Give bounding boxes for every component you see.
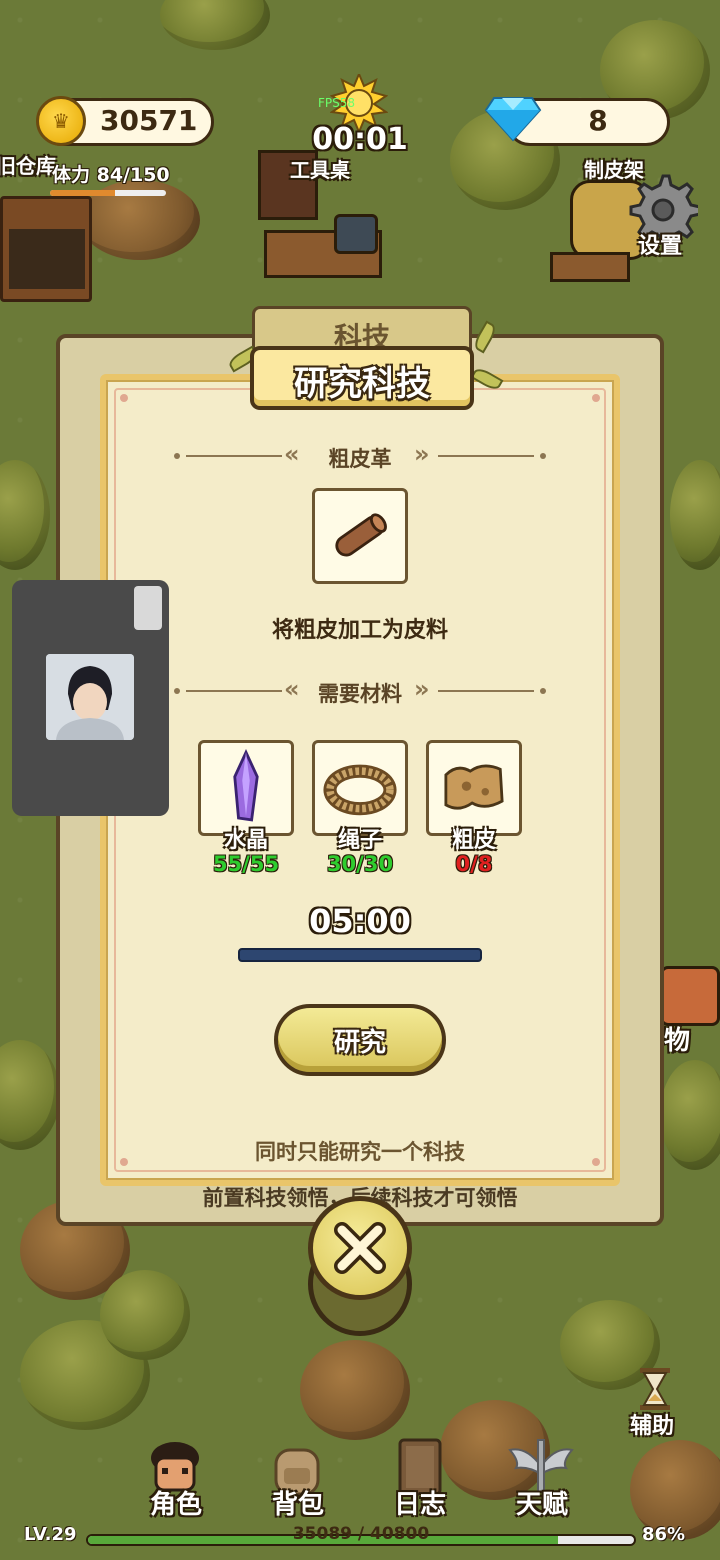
- stamina-fill: [50, 190, 115, 196]
- player-level: LV.29: [24, 1524, 77, 1545]
- xp-text: 35089 / 40800: [292, 1524, 430, 1544]
- corner-dot: [120, 1158, 128, 1166]
- rope-icon: [323, 764, 397, 816]
- material-name: 水晶: [223, 828, 268, 853]
- divider-line: [438, 455, 534, 457]
- background-tree: [670, 460, 720, 570]
- divider-line: [438, 690, 534, 692]
- hourglass-icon[interactable]: [638, 1368, 672, 1410]
- assist-label[interactable]: 辅助: [630, 1408, 674, 1440]
- chevron-right-icon: »: [414, 440, 430, 468]
- leather-roll-icon: [335, 513, 387, 557]
- corner-dot: [592, 394, 600, 402]
- research-progress-bar: [238, 948, 482, 962]
- corner-dot: [120, 394, 128, 402]
- research-duration: 05:00: [309, 902, 411, 940]
- panel-title: 研究科技: [294, 364, 430, 404]
- background-tree: [0, 460, 50, 570]
- crown-coin-icon: ♛: [36, 96, 86, 146]
- warehouse-building[interactable]: [0, 196, 92, 302]
- workbench-label: 工具桌: [290, 158, 350, 182]
- background-tree: [0, 1040, 60, 1150]
- tech-description: 将粗皮加工为皮料: [271, 618, 448, 643]
- material-name: 粗皮: [451, 828, 496, 853]
- chevron-right-icon: »: [414, 675, 430, 703]
- raw-hide-icon: [444, 764, 504, 810]
- items-label-partial[interactable]: 物: [664, 1020, 690, 1057]
- divider-dot: [540, 688, 546, 694]
- items-building[interactable]: [660, 966, 720, 1026]
- divider-line: [186, 690, 282, 692]
- chevron-left-icon: «: [284, 675, 300, 703]
- diamond-icon: [484, 97, 542, 142]
- settings-label[interactable]: 设置: [638, 228, 682, 260]
- divider-dot: [540, 453, 546, 459]
- tech-item-slot[interactable]: [312, 488, 408, 584]
- background-tree: [160, 0, 270, 50]
- tech-name: 粗皮革: [328, 447, 392, 471]
- divider-line: [186, 455, 282, 457]
- divider-dot: [174, 688, 180, 694]
- stamina-bar: [50, 190, 166, 196]
- warehouse-label: 旧仓库: [0, 154, 56, 178]
- materials-title: 需要材料: [318, 682, 402, 706]
- coin-value: 30571: [100, 104, 198, 137]
- research-note: 同时只能研究一个科技: [255, 1140, 465, 1164]
- chevron-left-icon: «: [284, 440, 300, 468]
- material-count: 55/55: [212, 852, 280, 876]
- crystal-icon: [233, 749, 259, 822]
- material-name: 绳子: [337, 828, 382, 853]
- game-timer: 00:01: [312, 122, 408, 157]
- nav-character[interactable]: 角色: [150, 1484, 202, 1521]
- background-tree: [300, 1340, 410, 1440]
- nav-talent[interactable]: 天赋: [516, 1484, 568, 1521]
- gem-value: 8: [588, 104, 608, 137]
- video-mini-preview[interactable]: [134, 586, 162, 630]
- background-tree: [660, 1060, 720, 1170]
- close-button[interactable]: [308, 1196, 412, 1300]
- background-tree: [100, 1270, 190, 1360]
- divider-dot: [174, 453, 180, 459]
- nav-backpack[interactable]: 背包: [272, 1484, 324, 1521]
- stamina-text: 体力 84/150: [52, 164, 170, 186]
- close-icon: [334, 1222, 386, 1274]
- corner-dot: [592, 1158, 600, 1166]
- person-avatar-icon: [46, 654, 134, 740]
- research-button[interactable]: 研究: [274, 1004, 446, 1076]
- material-count: 0/8: [455, 852, 493, 876]
- material-count: 30/30: [326, 852, 394, 876]
- xp-percent: 86%: [642, 1524, 686, 1545]
- nav-journal[interactable]: 日志: [394, 1484, 446, 1521]
- fps-counter: FPS58: [318, 96, 356, 110]
- video-avatar: [46, 654, 134, 740]
